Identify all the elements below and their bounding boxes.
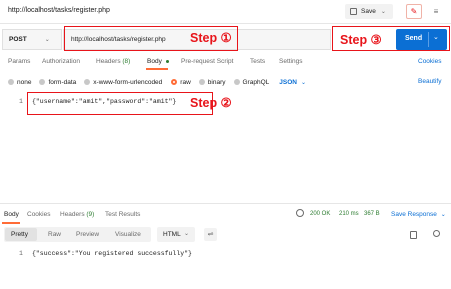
radio-urlencoded[interactable]: x-www-form-urlencoded	[84, 79, 162, 86]
save-icon	[350, 8, 357, 15]
save-label: Save	[361, 8, 376, 15]
step3-label: Step ③	[340, 33, 382, 47]
save-response-button[interactable]: Save Response ⌄	[391, 211, 446, 218]
beautify-link[interactable]: Beautify	[418, 78, 442, 85]
view-preview-button[interactable]: Preview	[76, 231, 99, 238]
radio-icon	[8, 79, 14, 85]
chevron-down-icon: ⌄	[300, 79, 306, 86]
tab-response-headers-count: (9)	[86, 211, 95, 218]
chevron-down-icon: ⌄	[184, 231, 190, 237]
response-content: {"success":"You registered successfully"…	[32, 250, 192, 257]
tab-body-underline	[146, 68, 168, 70]
view-mode-group: Pretty Raw Preview Visualize	[4, 227, 151, 242]
radio-binary[interactable]: binary	[198, 79, 226, 86]
radio-none[interactable]: none	[8, 79, 31, 86]
chevron-down-icon: ⌄	[44, 37, 50, 43]
response-body-viewer[interactable]: 1 {"success":"You registered successfull…	[0, 246, 451, 289]
tab-response-body-underline	[2, 222, 20, 224]
tab-body[interactable]: Body	[147, 58, 169, 65]
response-time: 210 ms	[339, 211, 359, 217]
save-button[interactable]: Save ⌄	[345, 4, 393, 19]
tab-response-headers-label: Headers	[60, 211, 85, 218]
response-size: 367 B	[364, 211, 380, 217]
edit-button[interactable]: ✎	[406, 4, 422, 19]
response-line-number: 1	[19, 250, 23, 257]
response-view-toolbar: Pretty Raw Preview Visualize HTML ⌄ ⇌	[0, 227, 451, 243]
radio-icon	[39, 79, 46, 85]
tab-settings[interactable]: Settings	[279, 58, 303, 65]
chevron-down-icon: ⌄	[440, 212, 446, 218]
tab-body-label: Body	[147, 58, 162, 65]
modified-dot-icon	[165, 59, 169, 63]
save-response-label: Save Response	[391, 211, 437, 218]
view-raw-button[interactable]: Raw	[48, 231, 61, 238]
response-format-label: HTML	[163, 231, 181, 238]
documentation-button[interactable]: ≡	[428, 4, 444, 19]
tab-response-headers[interactable]: Headers (9)	[60, 211, 94, 218]
status-code: 200 OK	[310, 211, 331, 217]
copy-icon[interactable]	[410, 231, 417, 239]
radio-icon	[198, 79, 205, 85]
radio-form-data[interactable]: form-data	[39, 79, 76, 86]
tab-params[interactable]: Params	[8, 58, 30, 65]
response-format-select[interactable]: HTML ⌄	[157, 227, 195, 242]
response-tabs: Body Cookies Headers (9) Test Results 20…	[0, 203, 451, 224]
tab-response-body[interactable]: Body	[4, 211, 19, 218]
pencil-icon: ✎	[410, 7, 418, 16]
step2-highlight	[27, 92, 213, 115]
radio-graphql[interactable]: GraphQL	[233, 79, 269, 86]
view-visualize-button[interactable]: Visualize	[115, 231, 141, 238]
tab-headers-count: (8)	[122, 58, 131, 65]
tab-headers[interactable]: Headers (8)	[96, 58, 130, 65]
radio-icon	[233, 79, 240, 85]
document-icon: ≡	[433, 7, 439, 16]
cookies-link[interactable]: Cookies	[418, 58, 441, 65]
radio-selected-icon	[171, 79, 178, 85]
request-title: http://localhost/tasks/register.php	[8, 7, 110, 14]
method-label: POST	[9, 36, 27, 43]
view-pretty-label: Pretty	[11, 231, 28, 238]
tab-authorization[interactable]: Authorization	[42, 58, 80, 65]
step1-label: Step ①	[190, 31, 232, 45]
radio-raw[interactable]: raw	[171, 79, 191, 86]
format-select[interactable]: JSON ⌄	[279, 79, 306, 86]
request-tabs: Params Authorization Headers (8) Body Pr…	[0, 55, 451, 71]
top-header: http://localhost/tasks/register.php Save…	[0, 0, 451, 24]
tab-response-cookies[interactable]: Cookies	[27, 211, 50, 218]
method-select[interactable]: POST ⌄	[2, 29, 62, 50]
step2-label: Step ②	[190, 96, 232, 110]
wrap-lines-icon[interactable]: ⇌	[204, 228, 217, 241]
body-type-row: none form-data x-www-form-urlencoded raw…	[8, 77, 306, 87]
tab-prerequest-script[interactable]: Pre-request Script	[181, 58, 233, 65]
chevron-down-icon: ⌄	[380, 9, 386, 15]
tab-headers-label: Headers	[96, 58, 121, 65]
radio-icon	[84, 79, 91, 85]
globe-icon[interactable]	[296, 209, 304, 217]
line-number: 1	[19, 98, 23, 105]
tab-tests[interactable]: Tests	[250, 58, 265, 65]
search-icon[interactable]	[433, 230, 440, 237]
tab-test-results[interactable]: Test Results	[105, 211, 140, 218]
